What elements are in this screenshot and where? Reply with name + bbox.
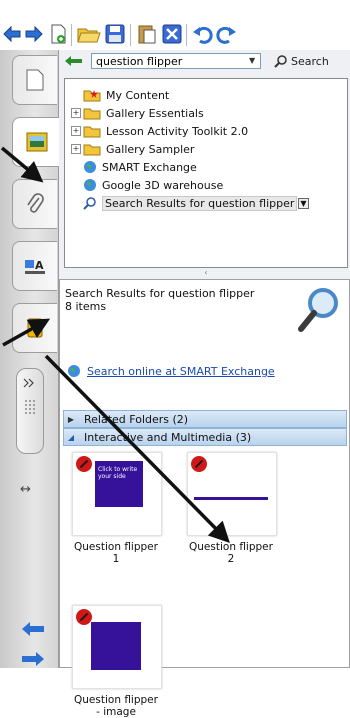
tree-label: SMART Exchange: [102, 160, 197, 174]
item-square: [91, 622, 141, 670]
svg-text:A: A: [35, 259, 44, 272]
results-count: 8 items: [65, 300, 107, 313]
grip-icon: [23, 378, 35, 414]
magnifier-icon: [296, 286, 340, 337]
tree-label: My Content: [106, 88, 170, 102]
toolbar-separator: [71, 24, 72, 46]
open-folder-icon[interactable]: [77, 22, 101, 46]
tree-label: Gallery Essentials: [106, 106, 204, 120]
tree-label: Search Results for question flipper: [102, 195, 298, 211]
gallery-icon: [26, 132, 47, 152]
caption-line: Question flipper: [189, 541, 273, 553]
search-button[interactable]: Search: [274, 53, 329, 69]
caption-line: 2: [227, 553, 235, 565]
toolbar-separator: [130, 24, 131, 46]
search-online-label: Search online at SMART Exchange: [87, 364, 275, 378]
tree-label: Gallery Sampler: [106, 142, 195, 156]
item-thumbnail: [187, 452, 277, 536]
group-related-folders[interactable]: ▶ Related Folders (2): [63, 410, 347, 428]
group-interactive-multimedia[interactable]: ◢ Interactive and Multimedia (3): [63, 428, 347, 446]
search-dropdown-icon[interactable]: ▼: [249, 56, 255, 65]
folder-star-icon: [83, 90, 101, 102]
gallery-panel: ▼ Search My Content + Gallery Essentials…: [59, 50, 350, 718]
gallery-item[interactable]: Question flipper 2: [187, 452, 277, 565]
search-online-link[interactable]: Search online at SMART Exchange: [67, 364, 275, 378]
expand-icon[interactable]: +: [71, 144, 81, 154]
folder-icon: [83, 108, 101, 120]
expand-icon[interactable]: +: [71, 126, 81, 136]
gallery-tab[interactable]: [12, 117, 60, 167]
tree-dropdown-icon[interactable]: ▼: [298, 197, 309, 209]
no-entry-icon: [76, 456, 92, 472]
tree-item-gallery-sampler[interactable]: + Gallery Sampler: [71, 141, 194, 157]
item-caption: Question flipper - image: [72, 694, 160, 718]
save-icon[interactable]: [104, 22, 126, 46]
tree-item-google-3d-warehouse[interactable]: Google 3D warehouse: [83, 177, 223, 193]
tree-item-gallery-essentials[interactable]: + Gallery Essentials: [71, 105, 204, 121]
results-header: Search Results for question flipper 8 it…: [65, 287, 254, 313]
tree-item-smart-exchange[interactable]: SMART Exchange: [83, 159, 197, 175]
properties-icon: A: [25, 259, 45, 274]
forward-arrow-icon[interactable]: [24, 22, 44, 46]
item-line: [194, 497, 268, 500]
search-icon: [274, 55, 287, 68]
globe-icon: [84, 161, 96, 173]
collapsed-arrow-icon: ▶: [67, 414, 75, 424]
gallery-item[interactable]: Click to write your side Question flippe…: [72, 452, 162, 565]
properties-tab[interactable]: A: [12, 241, 57, 291]
results-title: Search Results for question flipper: [65, 287, 255, 300]
addons-tab[interactable]: [12, 303, 57, 353]
panel-collapse-handle[interactable]: [16, 368, 44, 454]
undo-icon[interactable]: [192, 22, 214, 46]
search-bar: ▼ Search: [59, 50, 350, 72]
caption-line: - image: [96, 706, 136, 718]
delete-icon[interactable]: [161, 22, 183, 46]
toolbar-separator: [186, 24, 187, 46]
back-search-arrow-icon[interactable]: [64, 55, 84, 70]
folder-icon: [83, 126, 101, 138]
tree-label: Google 3D warehouse: [102, 178, 224, 192]
back-arrow-icon[interactable]: [2, 22, 22, 46]
paperclip-icon: [27, 193, 44, 213]
expanded-arrow-icon: ◢: [67, 432, 75, 442]
toolbar: [0, 0, 350, 50]
item-thumbnail: [72, 605, 162, 689]
gallery-item[interactable]: Question flipper - image: [72, 605, 162, 718]
tree-label: Lesson Activity Toolkit 2.0: [106, 124, 249, 138]
search-button-label: Search: [291, 54, 329, 68]
side-tab-rail: A ↔: [0, 50, 60, 668]
item-card-text: Click to write your side: [95, 461, 143, 507]
search-icon: [83, 197, 96, 210]
search-results: Search Results for question flipper 8 it…: [59, 279, 350, 718]
folder-icon: [83, 144, 101, 156]
attachments-tab[interactable]: [12, 179, 57, 229]
panel-splitter[interactable]: ‹: [64, 268, 348, 278]
addon-icon: [27, 318, 43, 338]
page-sorter-tab[interactable]: [12, 55, 57, 105]
caption-line: Question flipper: [74, 541, 158, 553]
gallery-tree: My Content + Gallery Essentials + Lesson…: [64, 78, 348, 268]
caption-line: Question flipper: [74, 694, 158, 706]
globe-icon: [68, 365, 80, 377]
paste-icon[interactable]: [136, 22, 158, 46]
item-caption: Question flipper 2: [187, 541, 275, 565]
tree-item-lesson-activity-toolkit[interactable]: + Lesson Activity Toolkit 2.0: [71, 123, 248, 139]
no-entry-icon: [191, 456, 207, 472]
search-input[interactable]: [91, 53, 261, 69]
move-left-arrow-icon[interactable]: [20, 620, 46, 641]
redo-icon[interactable]: [215, 22, 237, 46]
globe-icon: [84, 179, 96, 191]
group-label: Interactive and Multimedia (3): [84, 430, 252, 444]
resize-arrows-icon[interactable]: ↔: [20, 482, 31, 497]
item-thumbnail: Click to write your side: [72, 452, 162, 536]
tree-item-search-results[interactable]: Search Results for question flipper ▼: [83, 195, 309, 211]
item-caption: Question flipper 1: [72, 541, 160, 565]
group-label: Related Folders (2): [84, 412, 189, 426]
tree-item-my-content[interactable]: My Content: [83, 87, 169, 103]
expand-icon[interactable]: +: [71, 108, 81, 118]
caption-line: 1: [112, 553, 120, 565]
new-page-icon[interactable]: [48, 22, 68, 46]
no-entry-icon: [76, 609, 92, 625]
page-icon: [26, 69, 44, 91]
